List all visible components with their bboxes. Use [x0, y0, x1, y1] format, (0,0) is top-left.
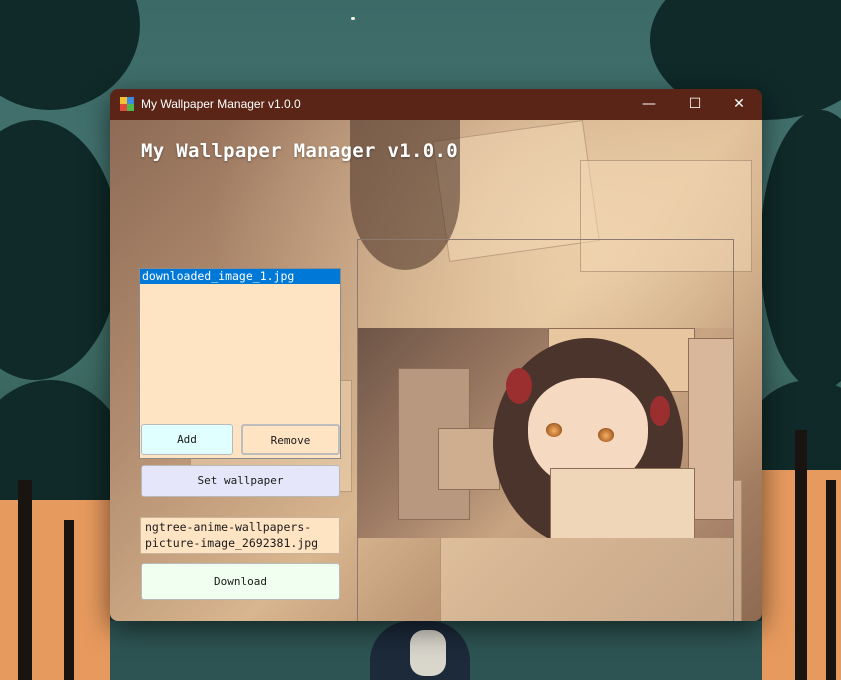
- tree-trunk: [64, 520, 74, 680]
- title-bar[interactable]: My Wallpaper Manager v1.0.0 — ☐ ✕: [110, 89, 762, 120]
- app-window-icon: [120, 97, 134, 111]
- preview-box: [438, 428, 500, 490]
- wallpaper-preview-image: [358, 328, 733, 538]
- close-icon: ✕: [733, 96, 745, 112]
- figure-bag: [410, 630, 446, 676]
- preview-box: [550, 468, 695, 538]
- minimize-button[interactable]: —: [626, 89, 672, 120]
- minimize-icon: —: [642, 96, 656, 112]
- maximize-icon: ☐: [688, 96, 702, 112]
- download-button[interactable]: Download: [141, 563, 340, 600]
- add-button[interactable]: Add: [141, 424, 233, 455]
- preview-bow: [650, 396, 670, 426]
- tree-trunk: [18, 480, 32, 680]
- tree-trunk: [826, 480, 836, 680]
- tree-trunk: [795, 430, 807, 680]
- tree-decoration: [760, 110, 841, 390]
- list-item[interactable]: downloaded_image_1.jpg: [140, 269, 340, 284]
- remove-button[interactable]: Remove: [241, 424, 340, 455]
- close-button[interactable]: ✕: [716, 89, 762, 120]
- preview-bow: [506, 368, 532, 404]
- image-url-input[interactable]: ngtree-anime-wallpapers- picture-image_2…: [140, 517, 340, 554]
- app-heading: My Wallpaper Manager v1.0.0: [141, 140, 458, 162]
- preview-eye: [598, 428, 614, 442]
- star-decoration: [351, 17, 355, 20]
- tree-decoration: [0, 120, 120, 380]
- app-window: My Wallpaper Manager v1.0.0 — ☐ ✕ My Wal…: [110, 89, 762, 621]
- preview-eye: [546, 423, 562, 437]
- set-wallpaper-button[interactable]: Set wallpaper: [141, 465, 340, 497]
- maximize-button[interactable]: ☐: [672, 89, 718, 120]
- sunset-glow: [0, 500, 110, 680]
- window-title: My Wallpaper Manager v1.0.0: [141, 97, 301, 111]
